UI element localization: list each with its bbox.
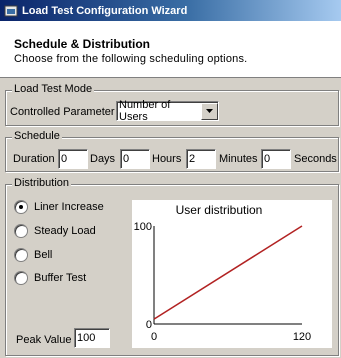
page-title: Schedule & Distribution: [14, 37, 151, 51]
chart-svg: User distribution 100 0 0 120: [134, 203, 312, 343]
days-label: Days: [90, 153, 116, 165]
radio-label: Bell: [34, 249, 53, 261]
radio-button-icon[interactable]: [14, 271, 28, 285]
radio-buffer-test[interactable]: Buffer Test: [14, 271, 86, 285]
peak-value-input[interactable]: 100: [74, 328, 110, 348]
wizard-header: Schedule & Distribution Choose from the …: [0, 21, 341, 78]
minutes-input[interactable]: 2: [186, 149, 216, 169]
radio-liner-increase[interactable]: Liner Increase: [14, 200, 104, 214]
chart-title: User distribution: [176, 203, 263, 217]
radio-button-icon[interactable]: [14, 224, 28, 238]
controlled-parameter-value: Number of Users: [119, 99, 171, 123]
x-tick-label: 0: [151, 331, 157, 343]
load-test-mode-legend: Load Test Mode: [12, 83, 95, 95]
controlled-parameter-select[interactable]: Number of Users: [116, 99, 219, 123]
y-tick-label: 0: [146, 319, 152, 331]
dropdown-arrow-icon[interactable]: [201, 102, 218, 120]
controlled-parameter-label: Controlled Parameter: [10, 106, 115, 118]
radio-button-icon[interactable]: [14, 200, 28, 214]
hours-label: Hours: [152, 153, 182, 165]
radio-label: Steady Load: [34, 225, 96, 237]
seconds-input[interactable]: 0: [261, 149, 291, 169]
title-bar: Load Test Configuration Wizard: [0, 0, 341, 21]
window-title: Load Test Configuration Wizard: [22, 4, 188, 17]
radio-label: Buffer Test: [34, 272, 87, 284]
wizard-app-icon: [4, 4, 18, 18]
radio-label: Liner Increase: [34, 201, 104, 213]
minutes-label: Minutes: [219, 153, 258, 165]
radio-bell[interactable]: Bell: [14, 248, 52, 262]
radio-steady-load[interactable]: Steady Load: [14, 224, 96, 238]
x-tick-label: 120: [293, 331, 311, 343]
days-input[interactable]: 0: [58, 149, 88, 169]
page-subtitle: Choose from the following scheduling opt…: [14, 53, 248, 65]
schedule-legend: Schedule: [12, 130, 62, 142]
radio-button-icon[interactable]: [14, 248, 28, 262]
peak-value-label: Peak Value: [16, 334, 72, 346]
duration-label: Duration: [13, 153, 55, 165]
series-line: [153, 225, 303, 320]
radio-selected-dot-icon: [19, 205, 23, 209]
hours-input[interactable]: 0: [120, 149, 150, 169]
user-distribution-chart: User distribution 100 0 0 120: [132, 200, 332, 348]
distribution-legend: Distribution: [12, 177, 72, 189]
seconds-label: Seconds: [294, 153, 337, 165]
y-tick-label: 100: [134, 221, 152, 233]
